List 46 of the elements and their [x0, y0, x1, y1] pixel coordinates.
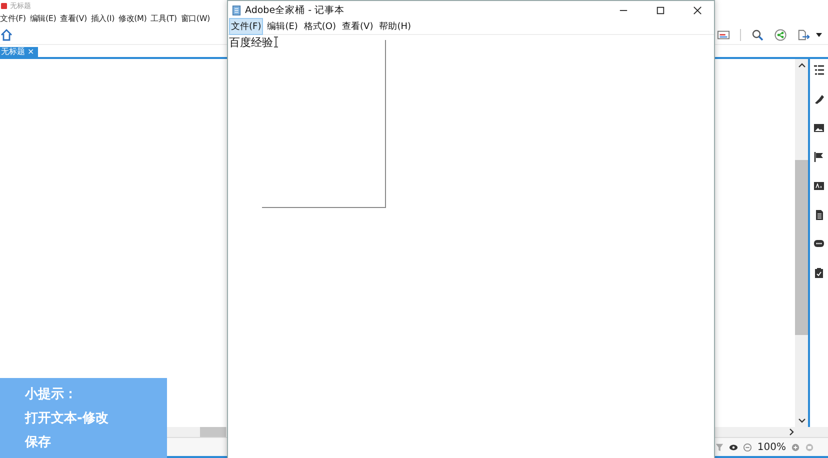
window-title: Adobe全家桶 - 记事本 — [245, 4, 345, 16]
notepad-icon — [232, 4, 241, 16]
tip-text: 小提示： — [25, 386, 78, 403]
menu-item[interactable]: 插入(I) — [90, 12, 114, 24]
search-icon[interactable] — [751, 28, 764, 40]
menu-item[interactable]: 编辑(E) — [265, 18, 300, 35]
menu-item[interactable]: 查看(V) — [60, 12, 87, 24]
document-text: 百度经验 — [228, 35, 273, 50]
home-icon[interactable] — [0, 28, 13, 40]
maximize-icon[interactable] — [656, 6, 665, 14]
zoom-out-icon[interactable] — [743, 442, 752, 452]
comment-icon[interactable] — [814, 239, 824, 249]
export-icon[interactable] — [797, 28, 810, 40]
share-icon[interactable] — [774, 28, 787, 40]
menu-item[interactable]: 文件(F) — [229, 18, 264, 35]
clipboard-icon[interactable] — [814, 268, 824, 278]
panel-icon[interactable] — [717, 28, 730, 40]
menu-item[interactable]: 格式(O) — [302, 18, 338, 35]
scroll-up-icon[interactable] — [798, 63, 806, 68]
list-icon[interactable] — [814, 65, 824, 75]
eye-icon[interactable] — [729, 442, 738, 452]
close-icon[interactable] — [693, 6, 702, 14]
close-icon[interactable]: × — [28, 47, 34, 56]
menu-item[interactable]: 工具(T) — [150, 12, 177, 24]
menu-item[interactable]: 编辑(E) — [30, 12, 56, 24]
flag-icon[interactable] — [814, 152, 824, 162]
scroll-down-icon[interactable] — [798, 418, 806, 423]
scrollbar-thumb[interactable] — [795, 160, 808, 335]
image-icon[interactable] — [814, 123, 824, 133]
text-cursor-icon — [273, 36, 279, 48]
scroll-right-icon[interactable] — [789, 428, 794, 436]
app-icon — [1, 2, 7, 8]
zoom-in-icon[interactable] — [791, 442, 800, 452]
tip-text: 打开文本-修改 — [25, 410, 110, 427]
zoom-level: 100% — [757, 442, 786, 452]
menu-item[interactable]: 查看(V) — [340, 18, 376, 35]
text-style-icon[interactable] — [814, 181, 824, 191]
menu-item[interactable]: 文件(F) — [0, 12, 26, 24]
scrollbar-thumb[interactable] — [200, 427, 226, 437]
tip-text: 保存 — [25, 434, 52, 451]
menu-item[interactable]: 窗口(W) — [180, 12, 210, 24]
menu-item[interactable]: 帮助(H) — [377, 18, 414, 35]
document-icon[interactable] — [814, 210, 824, 220]
menu-item[interactable]: 修改(M) — [118, 12, 147, 24]
document-tab[interactable]: 无标题 × — [0, 47, 38, 57]
caret-icon[interactable] — [816, 32, 822, 36]
